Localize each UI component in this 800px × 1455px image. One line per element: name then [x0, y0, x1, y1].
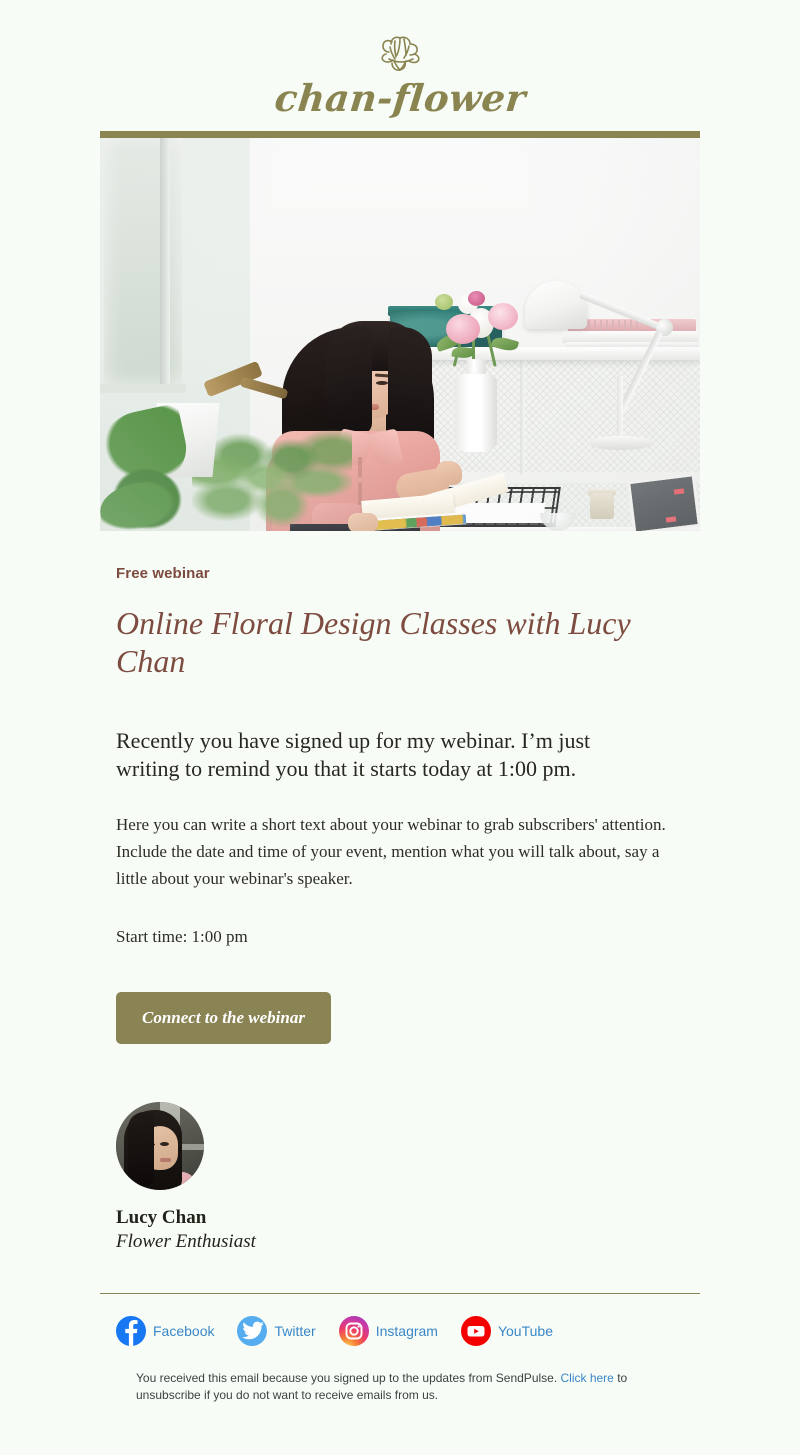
- photo-lamp-base: [588, 436, 654, 450]
- photo-window-frame: [160, 131, 170, 393]
- photo-woman-hand-right: [436, 461, 462, 485]
- author-block: Lucy Chan Flower Enthusiast: [116, 1101, 684, 1254]
- footer-divider: [100, 1293, 700, 1295]
- youtube-icon: [460, 1316, 491, 1347]
- photo-woman-eye-right: [376, 381, 388, 385]
- photo-window: [104, 135, 182, 385]
- social-label-instagram: Instagram: [375, 1323, 438, 1340]
- social-label-twitter: Twitter: [274, 1323, 316, 1340]
- avatar-lips: [160, 1157, 171, 1162]
- connect-to-webinar-button[interactable]: Connect to the webinar: [116, 991, 331, 1044]
- social-link-facebook[interactable]: Facebook: [116, 1316, 215, 1347]
- brand-wordmark: chan-flower: [272, 76, 528, 120]
- eyebrow-label: Free webinar: [116, 565, 210, 582]
- photo-vase: [455, 374, 497, 452]
- avatar-hair-front: [128, 1111, 154, 1186]
- photo-flower-pink-b: [488, 303, 518, 330]
- brand-logo[interactable]: chan-flower: [272, 30, 528, 120]
- hero-photo: [100, 131, 700, 531]
- author-role: Flower Enthusiast: [116, 1230, 256, 1252]
- avatar: [116, 1101, 204, 1190]
- photo-shelf-post-right: [520, 359, 525, 474]
- social-link-youtube[interactable]: YouTube: [460, 1316, 553, 1347]
- email-body: chan-flower Free webinar Online Floral D…: [0, 0, 800, 1455]
- author-name: Lucy Chan: [116, 1206, 207, 1228]
- twitter-icon: [237, 1316, 268, 1347]
- photo-woman-hair-right: [388, 327, 432, 443]
- flower-outline-icon: [381, 36, 420, 71]
- photo-jar: [590, 493, 614, 519]
- photo-woman-hair-left: [326, 327, 372, 435]
- unsubscribe-link[interactable]: Click here: [561, 1371, 614, 1385]
- social-links-row: Facebook Twitter Instagram YouTube: [100, 1316, 700, 1347]
- start-time-text: Start time: 1:00 pm: [116, 926, 248, 946]
- hero-top-bar: [100, 131, 700, 138]
- email-content: Free webinar Online Floral Design Classe…: [100, 565, 700, 1253]
- photo-picture-frame: [626, 473, 700, 531]
- photo-woman-hand-left: [348, 513, 378, 531]
- hero-image: [100, 131, 700, 531]
- photo-flower-pink-c: [468, 291, 485, 306]
- legal-text-before: You received this email because you sign…: [136, 1371, 561, 1386]
- facebook-icon: [116, 1316, 146, 1347]
- legal-text: You received this email because you sign…: [120, 1370, 680, 1402]
- photo-flower-pink-a: [446, 314, 480, 344]
- social-link-instagram[interactable]: Instagram: [338, 1316, 438, 1347]
- photo-woman-button-a: [357, 477, 363, 483]
- photo-window-sill: [100, 384, 186, 393]
- photo-flower-green-bud: [435, 294, 453, 310]
- social-label-facebook: Facebook: [153, 1323, 215, 1340]
- page-title: Online Floral Design Classes with Lucy C…: [116, 605, 631, 680]
- instagram-icon: [338, 1316, 369, 1347]
- social-link-twitter[interactable]: Twitter: [237, 1316, 316, 1347]
- photo-lamp-stem: [617, 376, 623, 444]
- social-label-youtube: YouTube: [497, 1323, 553, 1340]
- email-header: chan-flower: [0, 0, 800, 131]
- avatar-eye-right: [160, 1141, 169, 1146]
- body-paragraph: Here you can write a short text about yo…: [116, 815, 666, 889]
- photo-fern-cluster: [192, 429, 352, 531]
- lede-paragraph: Recently you have signed up for my webin…: [116, 727, 591, 781]
